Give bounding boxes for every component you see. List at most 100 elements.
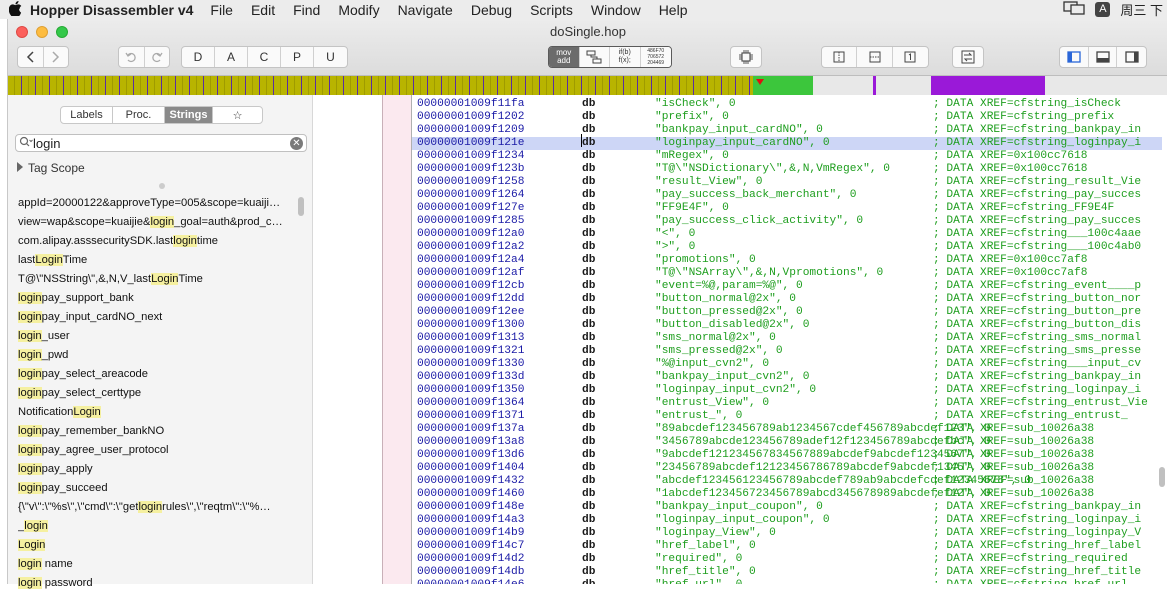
code-line[interactable]: 00000001009f12a4 db "promotions", 0 ; DATA … (412, 254, 1162, 267)
code-line[interactable]: 00000001009f1264 db "pay_success_back_merc… (412, 189, 1162, 202)
code-line[interactable]: 00000001009f148e db "bankpay_input_coupon"… (412, 501, 1162, 514)
string-list-item[interactable]: Login (18, 536, 300, 555)
code-line[interactable]: 00000001009f14e6 db "href_url", 0 ; DATA XR… (412, 579, 1162, 584)
string-list-item[interactable]: {\"v\":\"%s\",\"cmd\":\"getloginrules\",… (18, 498, 300, 517)
code-line[interactable]: 00000001009f1313 db "sms_normal@2x", 0 ; DA… (412, 332, 1162, 345)
panel-bottom-icon[interactable] (1089, 47, 1118, 67)
string-list-item[interactable]: T@\"NSString\",&,N,V_lastLoginTime (18, 270, 300, 289)
string-list-item[interactable]: loginpay_apply (18, 460, 300, 479)
tab-strings[interactable]: Strings (165, 107, 213, 123)
hex-view-button[interactable]: 486F70 706572 204469 (640, 47, 671, 67)
menu-navigate[interactable]: Navigate (389, 2, 462, 18)
code-line[interactable]: 00000001009f1404 db "23456789abcdef1212345… (412, 462, 1162, 475)
code-line[interactable]: 00000001009f13a8 db "3456789abcde123456789… (412, 436, 1162, 449)
code-line[interactable]: 00000001009f1432 db "abcdef123456123456789… (412, 475, 1162, 488)
sidebar-scrollbar[interactable] (298, 197, 304, 216)
code-line[interactable]: 00000001009f14d2 db "required", 0 ; DATA XR… (412, 553, 1162, 566)
menu-window[interactable]: Window (582, 2, 650, 18)
code-line[interactable]: 00000001009f121e db "loginpay_input_cardNO… (412, 137, 1162, 150)
mark-code-button[interactable]: C (248, 47, 281, 67)
string-list-item[interactable]: login_user (18, 327, 300, 346)
pseudo-code-button[interactable]: if(b) f(x); (610, 47, 641, 67)
code-line[interactable]: 00000001009f13d6 db "9abcdef12123456783456… (412, 449, 1162, 462)
menu-scripts[interactable]: Scripts (521, 2, 582, 18)
string-list-item[interactable]: lastLoginTime (18, 251, 300, 270)
clear-icon[interactable]: ✕ (290, 137, 303, 150)
sidebar-left-icon[interactable] (1060, 47, 1089, 67)
code-line[interactable]: 00000001009f123b db "T@\"NSDictionary\",&,… (412, 163, 1162, 176)
code-line[interactable]: 00000001009f14c7 db "href_label", 0 ; DATA … (412, 540, 1162, 553)
back-icon[interactable] (18, 47, 44, 67)
string-list-item[interactable]: loginpay_select_areacode (18, 365, 300, 384)
mark-ascii-button[interactable]: A (215, 47, 248, 67)
swap-icon[interactable] (952, 46, 984, 68)
code-line[interactable]: 00000001009f1371 db "entrust_", 0 ; DATA XR… (412, 410, 1162, 423)
menu-file[interactable]: File (201, 2, 242, 18)
code-line[interactable]: 00000001009f12dd db "button_normal@2x", 0;… (412, 293, 1162, 306)
mark-data-button[interactable]: D (182, 47, 215, 67)
code-line[interactable]: 00000001009f1364 db "entrust_View", 0 ; DAT… (412, 397, 1162, 410)
code-line[interactable]: 00000001009f1350 db "loginpay_input_cvn2",… (412, 384, 1162, 397)
code-scrollbar[interactable] (1159, 467, 1165, 487)
segment-navigation-bar[interactable] (8, 76, 1167, 95)
menu-edit[interactable]: Edit (242, 2, 284, 18)
code-line[interactable]: 00000001009f12af db "T@\"NSArray\",&,N,Vpr… (412, 267, 1162, 280)
code-line[interactable]: 00000001009f133d db "bankpay_input_cvn2", … (412, 371, 1162, 384)
forward-icon[interactable] (44, 47, 69, 67)
code-line[interactable]: 00000001009f14b9 db "loginpay_View", 0 ; DA… (412, 527, 1162, 540)
string-list-item[interactable]: NotificationLogin (18, 403, 300, 422)
disassembly-view[interactable]: 00000001009f11fa db "isCheck", 0 ; DATA XRE… (313, 95, 1167, 584)
tab-procedures[interactable]: Proc. (113, 107, 165, 123)
string-list-item[interactable]: _login (18, 517, 300, 536)
string-list-item[interactable]: login_pwd (18, 346, 300, 365)
mark-procedure-button[interactable]: P (281, 47, 314, 67)
code-line[interactable]: 00000001009f12a2 db ">", 0 ; DATA XREF=cfst… (412, 241, 1162, 254)
code-line[interactable]: 00000001009f12ee db "button_pressed@2x", 0… (412, 306, 1162, 319)
cpu-icon[interactable] (730, 46, 762, 68)
menubar-clock[interactable]: 周三 下 (1120, 0, 1163, 19)
cfg-view-button[interactable] (579, 47, 610, 67)
input-source-icon[interactable]: A (1095, 2, 1111, 17)
apple-icon[interactable] (0, 0, 30, 19)
code-line[interactable]: 00000001009f137a db "89abcdef123456789ab12… (412, 423, 1162, 436)
code-line[interactable]: 00000001009f14a3 db "loginpay_input_coupon… (412, 514, 1162, 527)
code-line[interactable]: 00000001009f1234 db "mRegex", 0 ; DATA XREF… (412, 150, 1162, 163)
search-input[interactable]: login (33, 136, 60, 151)
code-line[interactable]: 00000001009f14db db "href_title", 0 ; DATA … (412, 566, 1162, 579)
code-line[interactable]: 00000001009f1330 db "%@input_cvn2", 0 ; DAT… (412, 358, 1162, 371)
mark-undefined-button[interactable]: U (314, 47, 347, 67)
undo-icon[interactable] (119, 47, 145, 67)
code-line[interactable]: 00000001009f12cb db "event=%@,param=%@", 0… (412, 280, 1162, 293)
tab-labels[interactable]: Labels (61, 107, 113, 123)
menu-find[interactable]: Find (284, 2, 329, 18)
code-line[interactable]: 00000001009f1258 db "result_View", 0 ; DATA… (412, 176, 1162, 189)
assembly-view-button[interactable]: mov add (549, 47, 580, 67)
string-list-item[interactable]: loginpay_succeed (18, 479, 300, 498)
menu-help[interactable]: Help (650, 2, 697, 18)
app-name-menu[interactable]: Hopper Disassembler v4 (30, 2, 201, 18)
tag-scope-toggle[interactable]: Tag Scope (17, 161, 85, 175)
string-list-item[interactable]: com.alipay.asssecuritySDK.lastlogintime (18, 232, 300, 251)
menu-debug[interactable]: Debug (462, 2, 521, 18)
code-line[interactable]: 00000001009f127e db "FF9E4F", 0 ; DATA XREF… (412, 202, 1162, 215)
split-icon[interactable] (822, 47, 858, 67)
code-line[interactable]: 00000001009f12a0 db "<", 0 ; DATA XREF=cfst… (412, 228, 1162, 241)
code-line[interactable]: 00000001009f1285 db "pay_success_click_act… (412, 215, 1162, 228)
code-line[interactable]: 00000001009f1460 db "1abcdef12345672345678… (412, 488, 1162, 501)
search-field[interactable]: login ✕ (15, 134, 307, 152)
string-list-item[interactable]: loginpay_support_bank (18, 289, 300, 308)
string-list-item[interactable]: loginpay_agree_user_protocol (18, 441, 300, 460)
string-list-item[interactable]: loginpay_remember_bankNO (18, 422, 300, 441)
string-list-item[interactable]: appId=20000122&approveType=005&scope=kua… (18, 194, 300, 213)
sidebar-right-icon[interactable] (1117, 47, 1146, 67)
menu-modify[interactable]: Modify (329, 2, 388, 18)
string-list-item[interactable]: loginpay_input_cardNO_next (18, 308, 300, 327)
code-line[interactable]: 00000001009f1321 db "sms_pressed@2x", 0 ; D… (412, 345, 1162, 358)
code-line[interactable]: 00000001009f1300 db "button_disabled@2x", … (412, 319, 1162, 332)
code-line[interactable]: 00000001009f11fa db "isCheck", 0 ; DATA XRE… (412, 98, 1162, 111)
code-line[interactable]: 00000001009f1209 db "bankpay_input_cardNO"… (412, 124, 1162, 137)
split-handle[interactable] (159, 183, 165, 189)
string-list-item[interactable]: loginpay_select_certtype (18, 384, 300, 403)
lines-icon[interactable] (857, 47, 893, 67)
string-list-item[interactable]: view=wap&scope=kuaijie&login_goal=auth&p… (18, 213, 300, 232)
